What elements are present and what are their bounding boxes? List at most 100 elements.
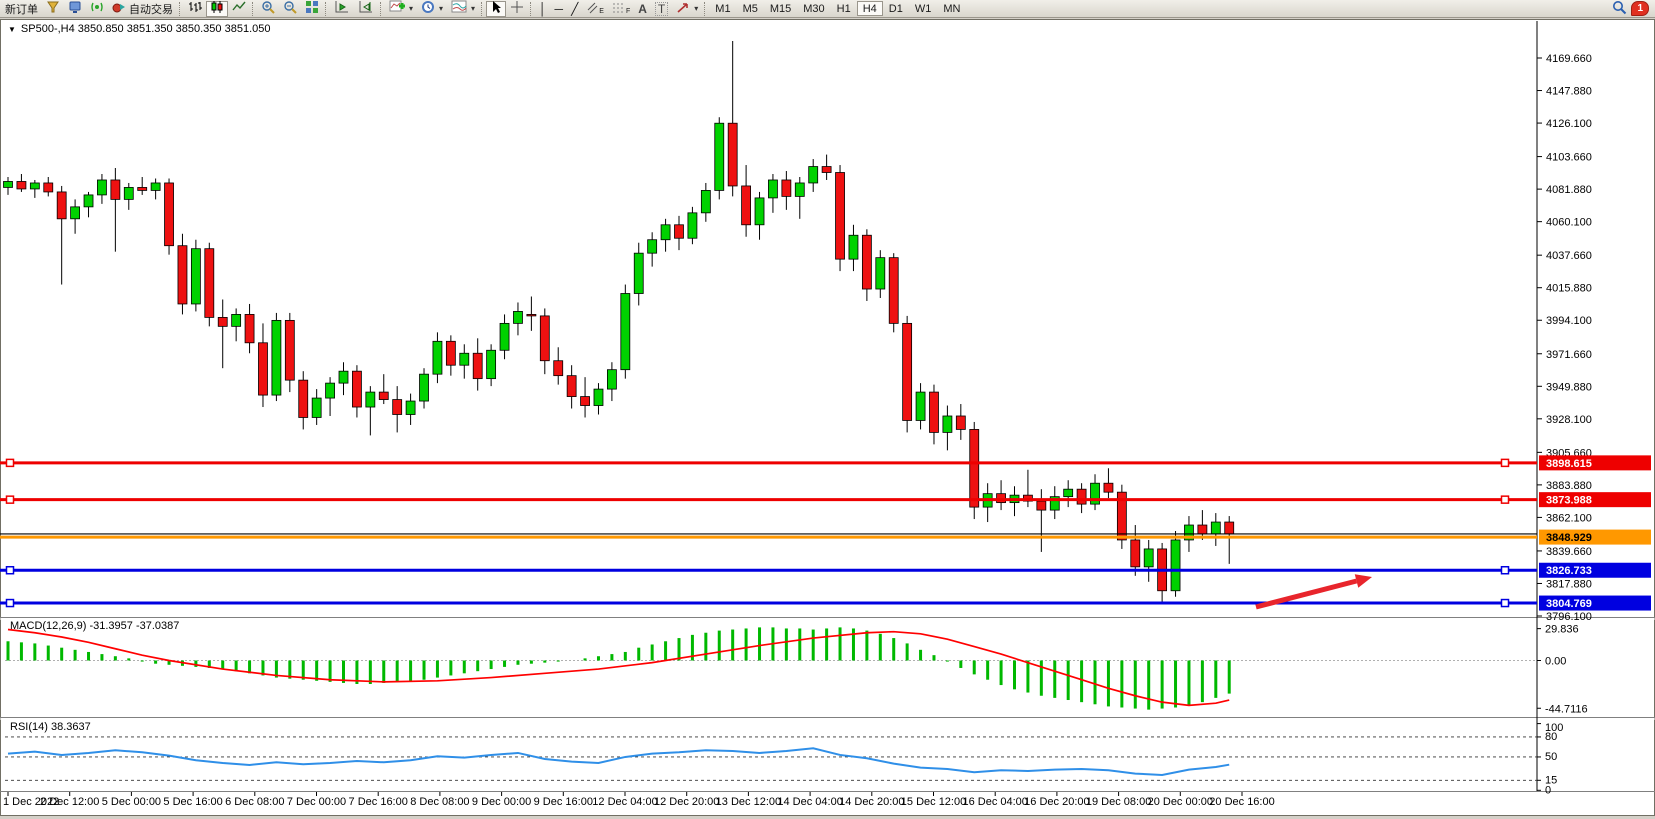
candle-body: [4, 181, 13, 187]
candle-body: [17, 181, 26, 188]
time-axis-label: 14 Dec 20:00: [839, 796, 904, 808]
candle-body: [970, 429, 979, 507]
candle-body: [138, 187, 147, 190]
candle-body: [1225, 522, 1234, 534]
time-axis-label: 20 Dec 16:00: [1209, 796, 1274, 808]
time-axis-label: 20 Dec 00:00: [1148, 796, 1213, 808]
candle-body: [1104, 483, 1113, 492]
line-handle[interactable]: [7, 567, 14, 574]
candle-body: [420, 374, 429, 401]
price-tag-label: 3898.615: [1546, 458, 1592, 470]
time-axis-label: 14 Dec 04:00: [777, 796, 842, 808]
line-handle[interactable]: [7, 600, 14, 607]
time-axis-label: 7 Dec 16:00: [349, 796, 408, 808]
candle-body: [84, 195, 93, 207]
price-axis-tick-label: 4037.660: [1546, 250, 1592, 262]
price-tag-label: 3804.769: [1546, 598, 1592, 610]
candle-body: [285, 320, 294, 380]
candle-body: [876, 258, 885, 289]
candle-body: [460, 353, 469, 365]
price-axis-tick-label: 4060.100: [1546, 217, 1592, 229]
price-tag-label: 3848.929: [1546, 532, 1592, 544]
time-axis-label: 16 Dec 20:00: [1024, 796, 1089, 808]
time-axis-label: 12 Dec 04:00: [592, 796, 657, 808]
candle-body: [554, 361, 563, 376]
price-axis-tick-label: 3862.100: [1546, 512, 1592, 524]
candle-body: [742, 186, 751, 225]
time-axis-label: 9 Dec 00:00: [472, 796, 531, 808]
line-handle[interactable]: [1502, 459, 1509, 466]
candle-body: [312, 398, 321, 417]
candle-body: [433, 341, 442, 374]
macd-signal-line: [8, 630, 1229, 706]
time-axis-label: 12 Dec 20:00: [654, 796, 719, 808]
candle-body: [446, 341, 455, 365]
candle-body: [272, 320, 281, 395]
candle-body: [339, 371, 348, 383]
price-tag-label: 3826.733: [1546, 565, 1592, 577]
candle-body: [795, 183, 804, 196]
price-axis-tick-label: 3839.660: [1546, 546, 1592, 558]
candle-body: [943, 416, 952, 432]
price-axis-tick-label: 3971.660: [1546, 349, 1592, 361]
candle-body: [956, 416, 965, 429]
chart-collapse-icon[interactable]: ▼: [8, 25, 16, 34]
candle-body: [768, 180, 777, 198]
price-axis-tick-label: 4169.660: [1546, 53, 1592, 65]
candle-body: [30, 183, 39, 189]
time-axis-label: 19 Dec 08:00: [1086, 796, 1151, 808]
time-axis-label: 6 Dec 08:00: [225, 796, 284, 808]
candle-body: [1198, 525, 1207, 534]
candle-body: [111, 180, 120, 199]
price-axis-tick-label: 3949.880: [1546, 381, 1592, 393]
line-handle[interactable]: [1502, 496, 1509, 503]
price-axis-tick-label: 3994.100: [1546, 315, 1592, 327]
candle-body: [782, 180, 791, 196]
rsi-axis-tick-label: 50: [1545, 751, 1557, 763]
rsi-axis-tick-label: 80: [1545, 731, 1557, 743]
candle-body: [607, 370, 616, 389]
price-axis-tick-label: 4147.880: [1546, 86, 1592, 98]
line-handle[interactable]: [1502, 567, 1509, 574]
rsi-pane-label: RSI(14) 38.3637: [10, 721, 91, 733]
chart-canvas[interactable]: 4169.6604147.8804126.1004103.6604081.880…: [0, 0, 1655, 819]
candle-body: [1037, 501, 1046, 510]
line-handle[interactable]: [7, 459, 14, 466]
price-tag-label: 3873.988: [1546, 495, 1592, 507]
candle-body: [178, 246, 187, 304]
candle-body: [916, 392, 925, 420]
macd-axis-tick-label: -44.7116: [1545, 703, 1588, 715]
candle-body: [567, 376, 576, 397]
macd-axis-tick-label: 0.00: [1545, 656, 1566, 668]
price-axis-tick-label: 3883.880: [1546, 480, 1592, 492]
trend-arrow-head[interactable]: [1355, 574, 1372, 588]
chart-ohlc-title: ▼ SP500-,H4 3850.850 3851.350 3850.350 3…: [8, 23, 270, 35]
candle-body: [688, 213, 697, 238]
candle-body: [218, 317, 227, 326]
time-axis-label: 5 Dec 16:00: [163, 796, 222, 808]
price-axis-tick-label: 3796.100: [1546, 611, 1592, 623]
candle-body: [326, 383, 335, 398]
rsi-line: [8, 748, 1229, 775]
candle-body: [44, 183, 53, 192]
candle-body: [527, 314, 536, 316]
macd-axis-tick-label: 29.836: [1545, 624, 1579, 636]
price-axis-tick-label: 4081.880: [1546, 184, 1592, 196]
candle-body: [728, 123, 737, 186]
time-axis-label: 16 Dec 04:00: [962, 796, 1027, 808]
candle-body: [675, 225, 684, 238]
candle-body: [379, 392, 388, 399]
candle-body: [366, 392, 375, 407]
candle-body: [836, 173, 845, 260]
line-handle[interactable]: [1502, 600, 1509, 607]
candle-body: [473, 353, 482, 378]
line-handle[interactable]: [7, 496, 14, 503]
rsi-axis-tick-label: 0: [1545, 784, 1551, 796]
candle-body: [1144, 549, 1153, 567]
candle-body: [1077, 489, 1086, 504]
candle-body: [299, 380, 308, 417]
price-axis-tick-label: 3817.880: [1546, 578, 1592, 590]
candle-body: [889, 258, 898, 324]
candle-body: [1171, 540, 1180, 591]
candle-body: [393, 400, 402, 415]
